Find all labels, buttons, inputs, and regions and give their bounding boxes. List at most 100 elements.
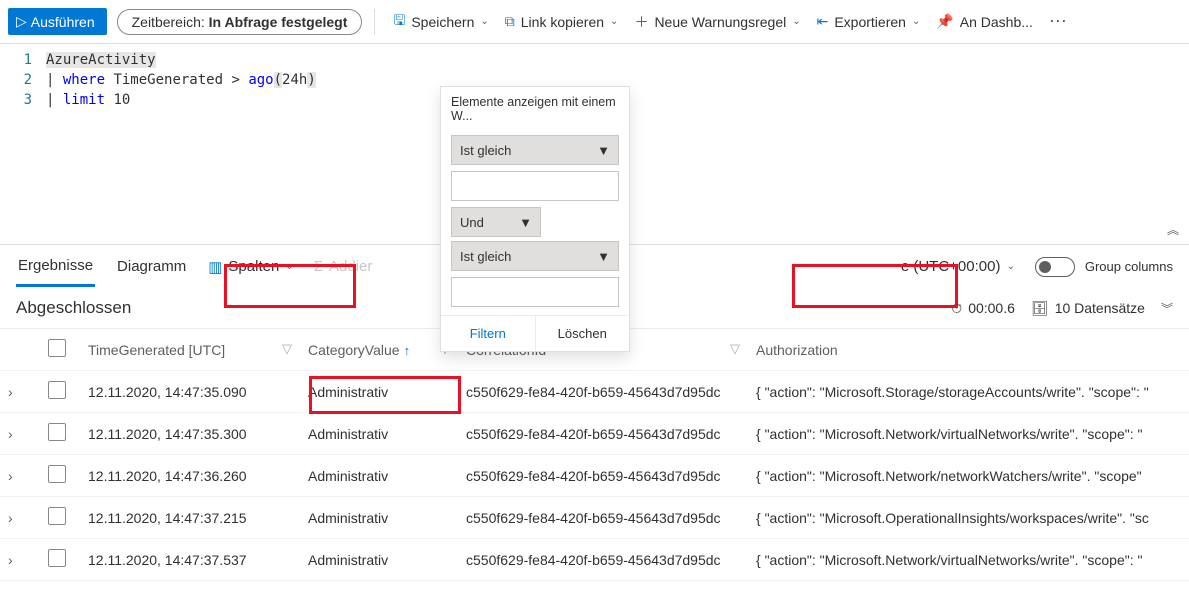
col-categoryvalue[interactable]: CategoryValue↑▽ (300, 329, 458, 371)
row-checkbox[interactable] (48, 465, 66, 483)
filter-popover: Elemente anzeigen mit einem W... Ist gle… (440, 86, 630, 352)
col-timegenerated[interactable]: TimeGenerated [UTC]▽ (80, 329, 300, 371)
copy-link-button[interactable]: ⧉ Link kopieren ⌄ (499, 9, 625, 34)
cell-category: Administrativ (300, 413, 458, 455)
columns-icon: ▥ (208, 258, 222, 276)
run-label: Ausführen (31, 14, 95, 30)
code-fn: ago (248, 72, 273, 88)
sort-asc-icon[interactable]: ↑ (404, 343, 411, 358)
filter-join[interactable]: Und▼ (451, 207, 541, 237)
export-icon: ⇤ (817, 13, 829, 30)
cell-correlation: c550f629-fe84-420f-b659-45643d7d95dc (458, 497, 748, 539)
filter-operator-2[interactable]: Ist gleich▼ (451, 241, 619, 271)
chevron-down-icon: ⌄ (285, 261, 293, 272)
query-duration: ⏱00:00.6 (951, 300, 1015, 317)
new-alert-button[interactable]: ＋ Neue Warnungsregel ⌄ (628, 8, 806, 36)
toggle-thumb (1039, 261, 1051, 273)
timezone-label: e (UTC+00:00) (901, 258, 1001, 275)
save-button[interactable]: 🖫 Speichern ⌄ (387, 6, 494, 38)
cell-correlation: c550f629-fe84-420f-b659-45643d7d95dc (458, 455, 748, 497)
apply-filter-button[interactable]: Filtern (441, 316, 535, 351)
clear-filter-button[interactable]: Löschen (535, 316, 630, 351)
chevron-down-icon: ⌄ (792, 16, 800, 27)
line-num: 1 (0, 50, 32, 70)
table-row[interactable]: ›12.11.2020, 14:47:35.090Administrativc5… (0, 371, 1189, 413)
tab-chart[interactable]: Diagramm (115, 248, 188, 285)
filter-value-1[interactable] (451, 171, 619, 201)
dropdown-icon: ▼ (519, 215, 532, 230)
expand-row-icon[interactable]: › (0, 455, 40, 497)
columns-button[interactable]: ▥ Spalten ⌄ (208, 258, 293, 276)
table-row[interactable]: › 12.11.2020, 14:47:36.260Administrativc5… (0, 455, 1189, 497)
row-checkbox[interactable] (48, 381, 66, 399)
line-num: 3 (0, 90, 32, 110)
code-token: AzureActivity (46, 52, 156, 68)
sigma-icon: Σ (314, 258, 323, 275)
more-button[interactable]: ⋯ (1043, 11, 1073, 32)
chevron-down-icon: ⌄ (912, 16, 920, 27)
aggregate-button[interactable]: Σ Addier (314, 258, 373, 275)
popover-title: Elemente anzeigen mit einem W... (441, 87, 629, 131)
code-keyword: limit (63, 92, 105, 108)
cell-authorization: { "action": "Microsoft.Network/virtualNe… (748, 539, 1189, 581)
records-icon: 🗄 (1031, 300, 1049, 317)
timerange-value: In Abfrage festgelegt (209, 14, 348, 30)
separator (374, 9, 375, 35)
row-checkbox[interactable] (48, 549, 66, 567)
export-button[interactable]: ⇤ Exportieren ⌄ (811, 9, 927, 34)
copy-link-label: Link kopieren (521, 14, 604, 30)
col-authorization[interactable]: Authorization (748, 329, 1189, 371)
tab-results[interactable]: Ergebnisse (16, 247, 95, 287)
cell-time: 12.11.2020, 14:47:36.260 (80, 455, 300, 497)
group-columns-toggle[interactable]: Group columns (1035, 257, 1173, 277)
collapse-editor-icon[interactable]: ︽ (1167, 221, 1179, 238)
filter-icon[interactable]: ▽ (730, 341, 740, 357)
expand-row-icon[interactable]: › (0, 539, 40, 581)
expand-row-icon[interactable]: › (0, 413, 40, 455)
filter-operator-1[interactable]: Ist gleich▼ (451, 135, 619, 165)
cell-category: Administrativ (300, 539, 458, 581)
table-row[interactable]: ›12.11.2020, 14:47:37.537Administrativc5… (0, 539, 1189, 581)
pin-label: An Dashb... (960, 14, 1033, 30)
dropdown-icon: ▼ (597, 143, 610, 158)
filter-icon[interactable]: ▽ (282, 341, 292, 357)
status-title: Abgeschlossen (16, 298, 131, 318)
expand-row-icon[interactable]: › (0, 371, 40, 413)
cell-time: 12.11.2020, 14:47:35.300 (80, 413, 300, 455)
chevron-down-icon: ⌄ (1006, 261, 1014, 272)
timerange-pill[interactable]: Zeitbereich: In Abfrage festgelegt (117, 9, 363, 35)
table-row[interactable]: › 12.11.2020, 14:47:37.215Administrativc5… (0, 497, 1189, 539)
run-button[interactable]: ▷ Ausführen (8, 8, 107, 35)
play-icon: ▷ (16, 13, 27, 30)
results-table: TimeGenerated [UTC]▽ CategoryValue↑▽ Cor… (0, 328, 1189, 581)
cell-category: Administrativ (300, 455, 458, 497)
select-all-checkbox[interactable] (48, 339, 66, 357)
aggregate-label: Addier (329, 258, 372, 275)
cell-category: Administrativ (300, 497, 458, 539)
new-alert-label: Neue Warnungsregel (654, 14, 786, 30)
export-label: Exportieren (834, 14, 906, 30)
cell-correlation: c550f629-fe84-420f-b659-45643d7d95dc (458, 371, 748, 413)
expand-row-icon[interactable]: › (0, 497, 40, 539)
timezone-button[interactable]: e (UTC+00:00) ⌄ (901, 258, 1015, 275)
chevron-down-icon: ⌄ (610, 16, 618, 27)
record-count: 🗄10 Datensätze (1031, 300, 1145, 317)
expand-results-icon[interactable]: ︾ (1161, 300, 1173, 317)
line-num: 2 (0, 70, 32, 90)
cell-authorization: { "action": "Microsoft.Storage/storageAc… (748, 371, 1189, 413)
save-label: Speichern (411, 14, 474, 30)
group-columns-label: Group columns (1085, 259, 1173, 274)
code-area[interactable]: AzureActivity | where TimeGenerated > ag… (40, 44, 316, 244)
table-row[interactable]: › 12.11.2020, 14:47:35.300Administrativc5… (0, 413, 1189, 455)
cell-authorization: { "action": "Microsoft.Network/networkWa… (748, 455, 1189, 497)
pin-icon: 📌 (936, 13, 953, 30)
pin-dashboard-button[interactable]: 📌 An Dashb... (930, 9, 1039, 34)
row-checkbox[interactable] (48, 423, 66, 441)
cell-time: 12.11.2020, 14:47:37.215 (80, 497, 300, 539)
cell-authorization: { "action": "Microsoft.Network/virtualNe… (748, 413, 1189, 455)
save-icon: 🖫 (393, 10, 405, 34)
stopwatch-icon: ⏱ (951, 300, 962, 317)
filter-value-2[interactable] (451, 277, 619, 307)
row-checkbox[interactable] (48, 507, 66, 525)
cell-correlation: c550f629-fe84-420f-b659-45643d7d95dc (458, 413, 748, 455)
